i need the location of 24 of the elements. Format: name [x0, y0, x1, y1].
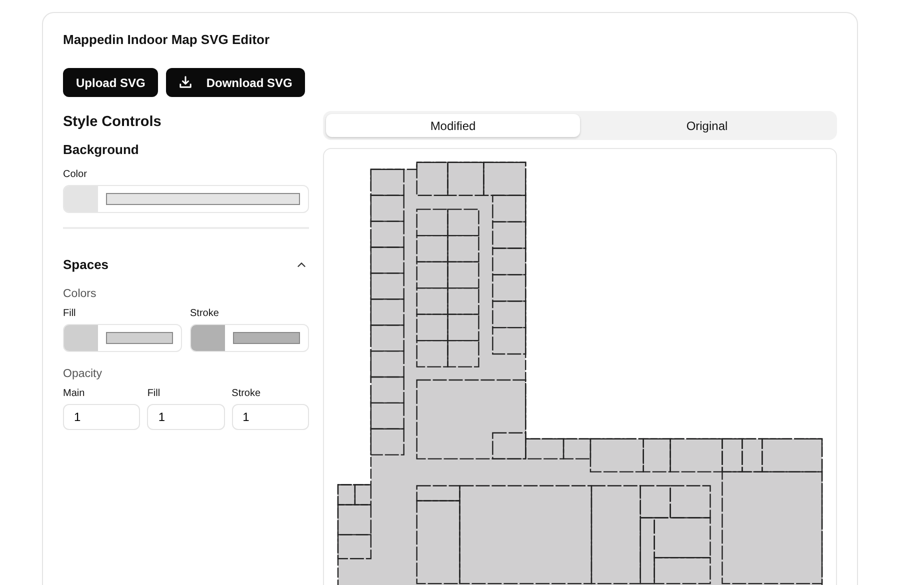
opacity-input[interactable]: 1: [147, 404, 225, 430]
field-label: Stroke: [190, 308, 220, 319]
opacity-input[interactable]: 1: [63, 404, 140, 430]
download-button[interactable]: Download SVG: [166, 68, 306, 97]
background-heading: Background: [63, 142, 140, 157]
field-label: Fill: [147, 388, 162, 399]
page-title: Mappedin Indoor Map SVG Editor: [63, 32, 271, 47]
upload-button[interactable]: Upload SVG: [63, 68, 158, 97]
field-label: Main: [63, 388, 86, 399]
spaces-heading: Spaces: [63, 257, 109, 272]
section-heading: Style Controls: [63, 114, 162, 130]
opacity-label: Opacity: [63, 368, 103, 380]
field-label: Stroke: [232, 388, 262, 399]
field-label: Color: [63, 169, 88, 180]
color-picker[interactable]: [63, 185, 309, 213]
field-label: Fill: [63, 308, 77, 319]
download-icon: [179, 76, 192, 89]
view-tab[interactable]: Modified: [326, 114, 580, 137]
view-tab[interactable]: Original: [580, 114, 834, 137]
opacity-input[interactable]: 1: [232, 404, 309, 430]
color-picker[interactable]: [190, 324, 309, 352]
chevron-icon[interactable]: [297, 262, 306, 268]
colors-label: Colors: [63, 288, 98, 300]
color-picker[interactable]: [63, 324, 182, 352]
